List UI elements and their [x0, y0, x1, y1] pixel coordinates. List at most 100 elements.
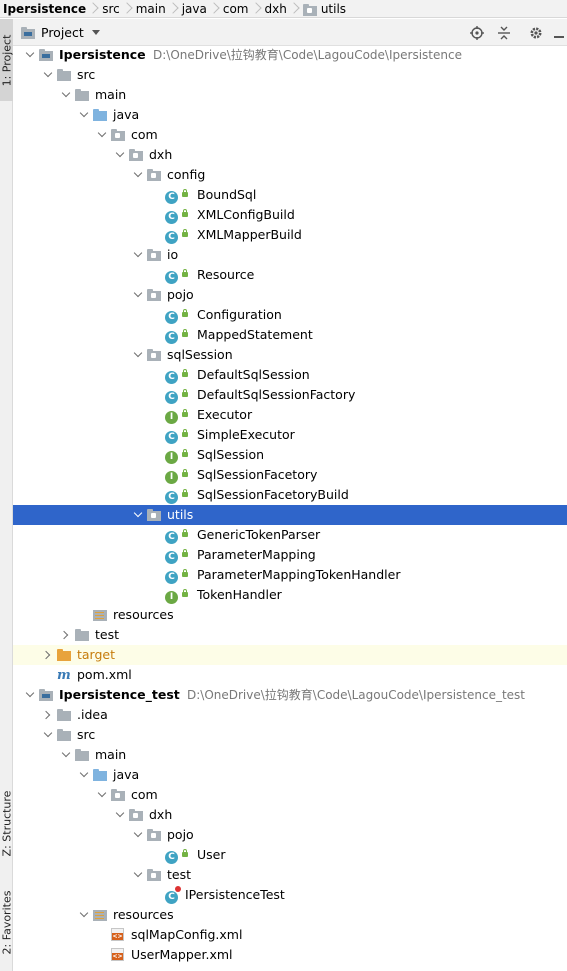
- tree-node-xmlconfigbuild[interactable]: C XMLConfigBuild: [13, 205, 567, 225]
- tree-node-resources[interactable]: resources: [13, 905, 567, 925]
- module-path: D:\OneDrive\拉钩教育\Code\LagouCode\Ipersist…: [187, 688, 525, 702]
- tree-node-pojo[interactable]: pojo: [13, 825, 567, 845]
- tree-node-label: src: [77, 67, 96, 82]
- breadcrumb-separator: [124, 0, 131, 17]
- chevron-down-icon[interactable]: [42, 69, 53, 80]
- locate-icon[interactable]: [469, 25, 485, 41]
- chevron-right-icon[interactable]: [42, 709, 53, 720]
- breadcrumb-item[interactable]: utils: [298, 0, 350, 17]
- chevron-right-icon[interactable]: [60, 629, 71, 640]
- tree-node-src[interactable]: src: [13, 65, 567, 85]
- breadcrumb-item[interactable]: com: [218, 0, 253, 17]
- structure-tool-tab-label: Z: Structure: [0, 790, 14, 856]
- breadcrumb-label: java: [181, 1, 207, 16]
- tree-node-target[interactable]: target: [13, 645, 567, 665]
- chevron-down-icon[interactable]: [78, 909, 89, 920]
- breadcrumb-item[interactable]: dxh: [260, 0, 291, 17]
- chevron-down-icon[interactable]: [96, 789, 107, 800]
- chevron-down-icon[interactable]: [132, 169, 143, 180]
- folder-icon: [57, 708, 73, 722]
- chevron-down-icon[interactable]: [24, 49, 35, 60]
- breadcrumb-item[interactable]: main: [131, 0, 170, 17]
- settings-icon[interactable]: [528, 25, 544, 41]
- tree-node-ipersistence-test[interactable]: Ipersistence_test D:\OneDrive\拉钩教育\Code\L…: [13, 685, 567, 705]
- tree-node-config[interactable]: config: [13, 165, 567, 185]
- tree-node-com[interactable]: com: [13, 785, 567, 805]
- chevron-down-icon[interactable]: [96, 129, 107, 140]
- tree-node-parametermappingtokenhandler[interactable]: C ParameterMappingTokenHandler: [13, 565, 567, 585]
- tree-node-simpleexecutor[interactable]: C SimpleExecutor: [13, 425, 567, 445]
- tree-node-sqlsessionfacetorybuild[interactable]: C SqlSessionFacetoryBuild: [13, 485, 567, 505]
- tree-node-tokenhandler[interactable]: I TokenHandler: [13, 585, 567, 605]
- breadcrumb-item[interactable]: java: [177, 0, 211, 17]
- tree-node-utils[interactable]: utils: [13, 505, 567, 525]
- tree-node-sqlsessionfacetory[interactable]: I SqlSessionFacetory: [13, 465, 567, 485]
- chevron-down-icon[interactable]: [78, 109, 89, 120]
- tree-node-label: Configuration: [197, 307, 282, 322]
- tree-node-java[interactable]: java: [13, 765, 567, 785]
- structure-tool-tab[interactable]: Z: Structure: [0, 773, 13, 873]
- tree-node-parametermapping[interactable]: C ParameterMapping: [13, 545, 567, 565]
- tree-node-label: SimpleExecutor: [197, 427, 295, 442]
- collapse-all-icon[interactable]: [496, 25, 512, 41]
- tree-node-ipersistence[interactable]: Ipersistence D:\OneDrive\拉钩教育\Code\LagouC…: [13, 45, 567, 65]
- tree-node-sqlsession[interactable]: I SqlSession: [13, 445, 567, 465]
- tree-node-idea[interactable]: .idea: [13, 705, 567, 725]
- chevron-down-icon[interactable]: [60, 89, 71, 100]
- chevron-down-icon[interactable]: [78, 769, 89, 780]
- tree-node-resource[interactable]: C Resource: [13, 265, 567, 285]
- class-icon: C: [165, 228, 188, 244]
- project-tool-tab[interactable]: 1: Project: [0, 19, 13, 101]
- tree-node-boundsql[interactable]: C BoundSql: [13, 185, 567, 205]
- chevron-down-icon[interactable]: [132, 249, 143, 260]
- view-selector-dropdown[interactable]: Project: [13, 19, 100, 46]
- tree-node-defaultsqlsessionfactory[interactable]: C DefaultSqlSessionFactory: [13, 385, 567, 405]
- hide-icon[interactable]: [551, 25, 567, 41]
- chevron-down-icon[interactable]: [60, 749, 71, 760]
- tree-node-sqlmapconfig-xml[interactable]: sqlMapConfig.xml: [13, 925, 567, 945]
- tree-node-pojo[interactable]: pojo: [13, 285, 567, 305]
- chevron-down-icon[interactable]: [132, 869, 143, 880]
- project-tree[interactable]: Ipersistence D:\OneDrive\拉钩教育\Code\LagouC…: [13, 45, 567, 971]
- tree-node-mappedstatement[interactable]: C MappedStatement: [13, 325, 567, 345]
- tree-node-defaultsqlsession[interactable]: C DefaultSqlSession: [13, 365, 567, 385]
- tree-node-io[interactable]: io: [13, 245, 567, 265]
- tree-node-user[interactable]: C User: [13, 845, 567, 865]
- tree-node-java[interactable]: java: [13, 105, 567, 125]
- tree-node-configuration[interactable]: C Configuration: [13, 305, 567, 325]
- tree-node-ipersistencetest[interactable]: C IPersistenceTest: [13, 885, 567, 905]
- chevron-down-icon[interactable]: [42, 729, 53, 740]
- tree-node-pom-xml[interactable]: m pom.xml: [13, 665, 567, 685]
- chevron-down-icon[interactable]: [114, 149, 125, 160]
- chevron-down-icon[interactable]: [114, 809, 125, 820]
- tree-node-main[interactable]: main: [13, 745, 567, 765]
- chevron-right-icon[interactable]: [42, 649, 53, 660]
- tree-node-generictokenparser[interactable]: C GenericTokenParser: [13, 525, 567, 545]
- chevron-down-icon[interactable]: [132, 509, 143, 520]
- tree-node-usermapper-xml[interactable]: UserMapper.xml: [13, 945, 567, 965]
- tree-node-test[interactable]: test: [13, 625, 567, 645]
- tree-node-label: SqlSession: [197, 447, 265, 462]
- tree-node-test[interactable]: test: [13, 865, 567, 885]
- tree-node-sqlsession[interactable]: sqlSession: [13, 345, 567, 365]
- tree-node-main[interactable]: main: [13, 85, 567, 105]
- breadcrumb-item[interactable]: src: [97, 0, 124, 17]
- breadcrumb-item[interactable]: Ipersistence: [0, 0, 90, 17]
- tree-node-dxh[interactable]: dxh: [13, 805, 567, 825]
- package-folder-icon: [111, 788, 127, 802]
- tree-node-xmlmapperbuild[interactable]: C XMLMapperBuild: [13, 225, 567, 245]
- tree-node-src[interactable]: src: [13, 725, 567, 745]
- chevron-down-icon[interactable]: [24, 689, 35, 700]
- lock-icon: [182, 309, 188, 317]
- class-icon: C: [165, 528, 188, 544]
- class-icon: C: [165, 428, 188, 444]
- class-icon: C: [165, 308, 188, 324]
- chevron-down-icon[interactable]: [132, 829, 143, 840]
- tree-node-com[interactable]: com: [13, 125, 567, 145]
- chevron-down-icon[interactable]: [132, 289, 143, 300]
- tree-node-executor[interactable]: I Executor: [13, 405, 567, 425]
- tree-node-dxh[interactable]: dxh: [13, 145, 567, 165]
- tree-node-resources[interactable]: resources: [13, 605, 567, 625]
- favorites-tool-tab[interactable]: 2: Favorites: [0, 875, 13, 970]
- chevron-down-icon[interactable]: [132, 349, 143, 360]
